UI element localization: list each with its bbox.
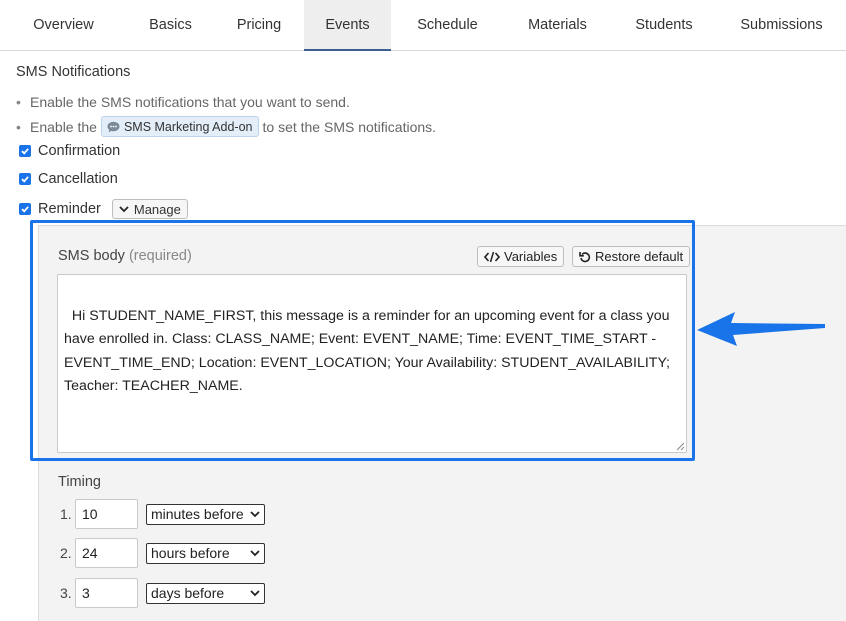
tab-materials[interactable]: Materials: [504, 0, 611, 51]
chevron-down-icon: [250, 589, 260, 596]
timing-row: 1. 10 minutes before: [60, 499, 265, 529]
timing-value-input[interactable]: 3: [75, 578, 138, 608]
confirmation-label: Confirmation: [38, 143, 121, 159]
sms-body-label-text: SMS body: [58, 248, 125, 264]
timing-value-input[interactable]: 24: [75, 538, 138, 568]
reminder-option: Reminder Manage: [19, 199, 188, 219]
timing-value-input[interactable]: 10: [75, 499, 138, 529]
timing-unit-value: minutes before: [151, 506, 244, 522]
timing-row: 2. 24 hours before: [60, 538, 265, 568]
timing-unit-select[interactable]: hours before: [146, 542, 265, 564]
variables-button[interactable]: Variables: [477, 246, 565, 267]
cancellation-checkbox[interactable]: [19, 173, 31, 185]
tab-students[interactable]: Students: [611, 0, 717, 51]
bullet-text: Enable the: [30, 118, 97, 135]
timing-unit-value: hours before: [151, 545, 230, 561]
variables-label: Variables: [504, 249, 558, 264]
bullet-text: to set the SMS notifications.: [262, 118, 437, 135]
bullet-text: Enable the SMS notifications that you wa…: [30, 93, 350, 110]
chevron-down-icon: [119, 205, 129, 212]
tab-basics[interactable]: Basics: [127, 0, 214, 51]
bullet-item: • Enable the SMS notifications that you w…: [16, 93, 350, 110]
timing-row-number: 2.: [60, 545, 72, 561]
reminder-label: Reminder: [38, 201, 101, 217]
arrow-pointer-icon: [697, 312, 825, 346]
required-marker: (required): [128, 248, 192, 264]
section-title: SMS Notifications: [16, 64, 131, 80]
timing-row-number: 3.: [60, 585, 72, 601]
cancellation-label: Cancellation: [38, 171, 118, 187]
manage-button[interactable]: Manage: [111, 199, 188, 219]
chevron-down-icon: [250, 510, 260, 517]
reminder-checkbox[interactable]: [19, 203, 31, 215]
addon-label: SMS Marketing Add-on: [123, 119, 253, 134]
timing-unit-select[interactable]: minutes before: [146, 503, 265, 525]
sms-body-textarea[interactable]: Hi STUDENT_NAME_FIRST, this message is a…: [57, 274, 687, 453]
manage-label: Manage: [133, 201, 181, 217]
tab-pricing[interactable]: Pricing: [214, 0, 304, 51]
sms-body-text: Hi STUDENT_NAME_FIRST, this message is a…: [64, 307, 674, 395]
sms-body-label: SMS body (required): [58, 248, 192, 264]
checkmark-icon: [21, 148, 29, 155]
confirmation-option: Confirmation: [19, 143, 120, 159]
bullet-item: • Enable the SMS Marketing Add-on to set…: [16, 115, 436, 138]
chevron-down-icon: [250, 549, 260, 556]
restore-default-label: Restore default: [595, 249, 684, 264]
tab-submissions[interactable]: Submissions: [717, 0, 846, 51]
tab-overview[interactable]: Overview: [0, 0, 127, 51]
confirmation-checkbox[interactable]: [19, 145, 31, 157]
timing-unit-value: days before: [151, 585, 225, 601]
timing-label: Timing: [58, 474, 101, 490]
cancellation-option: Cancellation: [19, 171, 118, 187]
sms-marketing-addon-link[interactable]: SMS Marketing Add-on: [100, 116, 259, 137]
tab-events[interactable]: Events: [304, 0, 391, 51]
info-bullets: • Enable the SMS notifications that you w…: [16, 90, 436, 138]
undo-icon: [579, 251, 591, 262]
tab-bar: Overview Basics Pricing Events Schedule …: [0, 0, 846, 51]
timing-row-number: 1.: [60, 506, 72, 522]
chat-bubble-icon: [107, 121, 120, 132]
resize-handle-icon[interactable]: [676, 442, 685, 451]
timing-row: 3. 3 days before: [60, 578, 265, 608]
restore-default-button[interactable]: Restore default: [572, 246, 691, 267]
checkmark-icon: [21, 206, 29, 213]
code-icon: [484, 251, 500, 262]
checkmark-icon: [21, 176, 29, 183]
tab-schedule[interactable]: Schedule: [391, 0, 504, 51]
timing-unit-select[interactable]: days before: [146, 582, 265, 604]
